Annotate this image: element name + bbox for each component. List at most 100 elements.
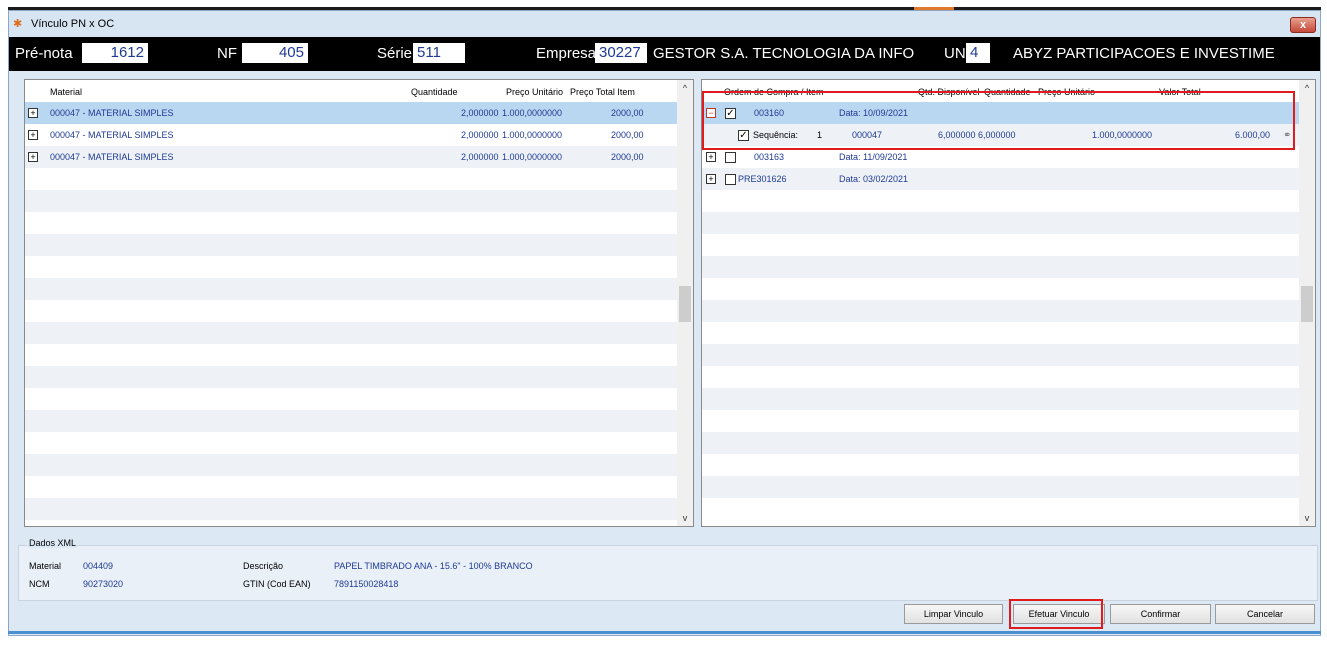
order-row[interactable]: + PRE301626 Data: 03/02/2021: [702, 168, 1299, 190]
empty-row: [702, 278, 1299, 300]
ncm-label: NCM: [29, 579, 50, 589]
empty-row: [25, 454, 677, 476]
empty-row: [702, 454, 1299, 476]
empty-row: [702, 300, 1299, 322]
col-material[interactable]: Material: [50, 87, 82, 97]
limpar-vinculo-button[interactable]: Limpar Vinculo: [904, 604, 1003, 624]
row-quantidade: 2,000000: [461, 108, 499, 118]
expand-icon[interactable]: +: [706, 152, 716, 162]
dados-xml-group: Dados XML Material 004409 NCM 90273020 D…: [18, 538, 1318, 601]
row-material: 000047 - MATERIAL SIMPLES: [50, 130, 174, 140]
empty-row: [702, 366, 1299, 388]
highlight-frame-order: [702, 91, 1295, 150]
gtin-value: 7891150028418: [334, 579, 399, 589]
table-row[interactable]: + 000047 - MATERIAL SIMPLES 2,000000 1.0…: [25, 146, 677, 168]
empty-row: [702, 432, 1299, 454]
dialog-window: ✱ Vínculo PN x OC x Pré-nota 1612 NF 405…: [8, 10, 1321, 636]
empty-row: [25, 388, 677, 410]
prenota-field[interactable]: 1612: [82, 43, 148, 63]
material-label: Material: [29, 561, 62, 571]
confirmar-button[interactable]: Confirmar: [1110, 604, 1211, 624]
empresa-label: Empresa: [536, 45, 597, 62]
top-strip: [0, 0, 1327, 10]
empty-row: [702, 322, 1299, 344]
materials-grid-header: Material Quantidade Preço Unitário Preço…: [25, 80, 677, 100]
empty-row: [702, 498, 1299, 520]
empty-row: [25, 322, 677, 344]
order-checkbox[interactable]: [725, 152, 736, 163]
expand-icon[interactable]: +: [28, 108, 38, 118]
empty-row: [702, 212, 1299, 234]
row-preco-total: 2000,00: [611, 152, 644, 162]
scroll-down-icon[interactable]: v: [1299, 510, 1315, 526]
left-scrollbar[interactable]: ^ v: [677, 80, 693, 526]
material-value: 004409: [83, 561, 114, 571]
order-date: Data: 03/02/2021: [839, 174, 909, 184]
expand-icon[interactable]: +: [706, 174, 716, 184]
un-label: UN: [944, 45, 966, 62]
orders-grid: Ordem de Compra / Item Qtd. Disponível Q…: [701, 79, 1316, 527]
materials-grid: Material Quantidade Preço Unitário Preço…: [24, 79, 694, 527]
row-preco-unitario: 1.000,0000000: [502, 130, 563, 140]
expand-icon[interactable]: +: [28, 130, 38, 140]
empty-row: [25, 432, 677, 454]
empty-row: [25, 344, 677, 366]
empty-row: [702, 190, 1299, 212]
row-preco-total: 2000,00: [611, 130, 644, 140]
ncm-value: 90273020: [83, 579, 124, 589]
empresa-field[interactable]: 30227: [595, 43, 647, 63]
empty-row: [702, 256, 1299, 278]
empty-row: [702, 388, 1299, 410]
gtin-label: GTIN (Cod EAN): [243, 579, 311, 589]
order-number: PRE301626: [738, 174, 787, 184]
col-preco-total[interactable]: Preço Total Item: [570, 87, 635, 97]
col-quantidade[interactable]: Quantidade: [411, 87, 458, 97]
cancelar-button[interactable]: Cancelar: [1215, 604, 1315, 624]
window-title: Vínculo PN x OC: [31, 18, 115, 30]
order-date: Data: 11/09/2021: [839, 152, 908, 162]
order-checkbox[interactable]: [725, 174, 736, 185]
empty-row: [25, 256, 677, 278]
close-button[interactable]: x: [1290, 17, 1316, 33]
empty-row: [702, 410, 1299, 432]
col-preco-unitario[interactable]: Preço Unitário: [506, 87, 563, 97]
title-bar: ✱ Vínculo PN x OC x: [9, 11, 1320, 37]
empty-row: [25, 212, 677, 234]
nf-label: NF: [217, 45, 237, 62]
descricao-value: PAPEL TIMBRADO ANA - 15.6" - 100% BRANCO: [334, 561, 533, 571]
scroll-up-icon[interactable]: ^: [677, 80, 693, 96]
table-row[interactable]: + 000047 - MATERIAL SIMPLES 2,000000 1.0…: [25, 102, 677, 124]
empty-row: [702, 476, 1299, 498]
prenota-label: Pré-nota: [15, 45, 73, 62]
row-quantidade: 2,000000: [461, 130, 499, 140]
dados-xml-legend: Dados XML: [27, 538, 79, 548]
scroll-thumb[interactable]: [679, 286, 691, 322]
table-row[interactable]: + 000047 - MATERIAL SIMPLES 2,000000 1.0…: [25, 124, 677, 146]
un-name: ABYZ PARTICIPACOES E INVESTIME: [1013, 45, 1275, 62]
empty-row: [25, 190, 677, 212]
empty-row: [25, 410, 677, 432]
empty-row: [25, 300, 677, 322]
scroll-up-icon[interactable]: ^: [1299, 80, 1315, 96]
empty-row: [702, 344, 1299, 366]
empty-row: [25, 498, 677, 520]
serie-field[interactable]: 511: [413, 43, 465, 63]
row-quantidade: 2,000000: [461, 152, 499, 162]
row-material: 000047 - MATERIAL SIMPLES: [50, 108, 174, 118]
scroll-down-icon[interactable]: v: [677, 510, 693, 526]
serie-label: Série: [377, 45, 413, 62]
order-number: 003163: [754, 152, 785, 162]
nf-field[interactable]: 405: [242, 43, 308, 63]
row-preco-unitario: 1.000,0000000: [502, 152, 563, 162]
scroll-thumb[interactable]: [1301, 286, 1313, 322]
row-preco-unitario: 1.000,0000000: [502, 108, 563, 118]
empty-row: [702, 234, 1299, 256]
row-material: 000047 - MATERIAL SIMPLES: [50, 152, 174, 162]
right-scrollbar[interactable]: ^ v: [1299, 80, 1315, 526]
header-bar: Pré-nota 1612 NF 405 Série 511 Empresa 3…: [9, 37, 1320, 71]
empty-row: [25, 234, 677, 256]
descricao-label: Descrição: [243, 561, 284, 571]
empty-row: [25, 278, 677, 300]
un-field[interactable]: 4: [966, 43, 990, 63]
expand-icon[interactable]: +: [28, 152, 38, 162]
